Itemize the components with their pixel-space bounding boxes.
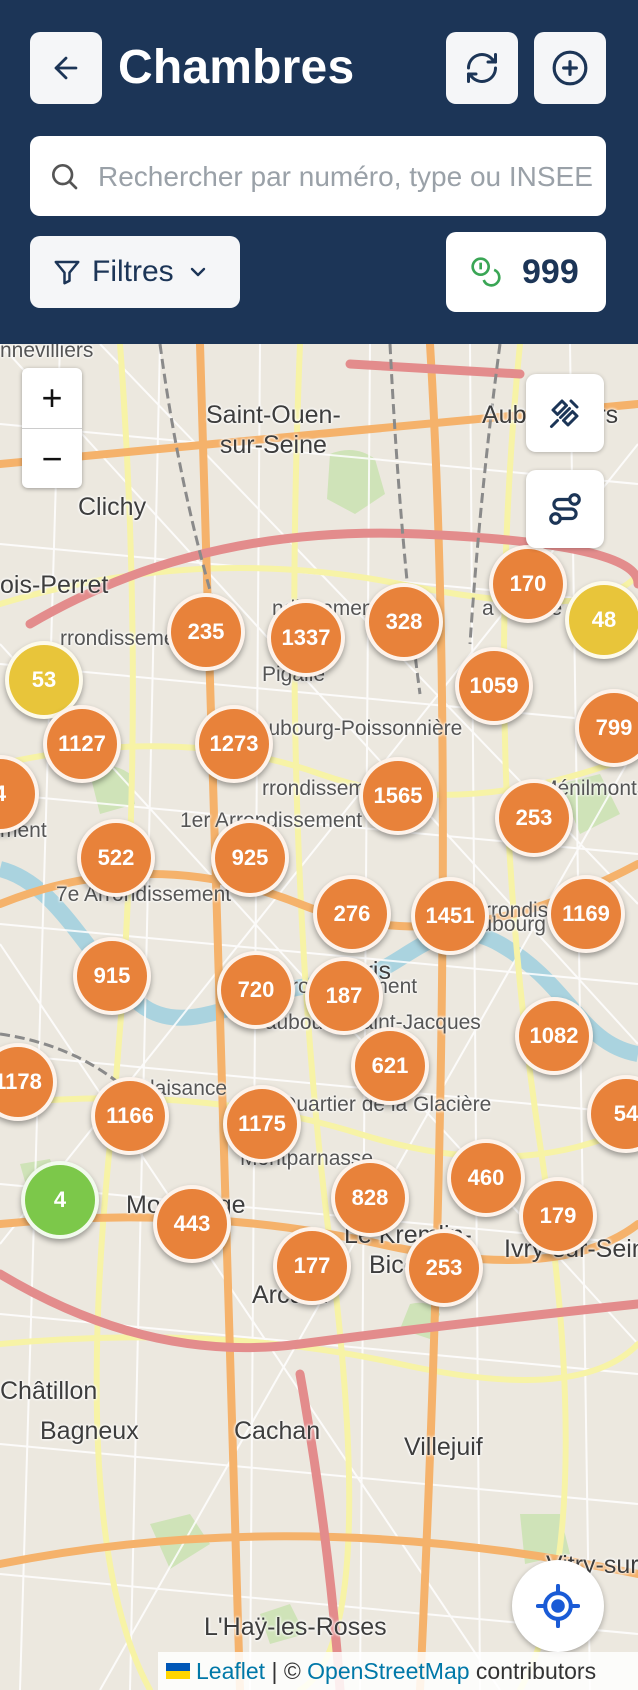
map-cluster-marker[interactable]: 621 bbox=[351, 1027, 429, 1105]
map-cluster-marker[interactable]: 1082 bbox=[515, 997, 593, 1075]
arrow-left-icon bbox=[54, 56, 78, 80]
map-cluster-marker[interactable]: 1337 bbox=[267, 599, 345, 677]
map-place-label: nnevilliers bbox=[0, 344, 94, 362]
attribution-suffix: contributors bbox=[475, 1657, 597, 1684]
satellite-toggle-button[interactable] bbox=[526, 374, 604, 452]
map-place-label: L'Haÿ-les-Roses bbox=[204, 1613, 387, 1641]
search-box bbox=[30, 136, 606, 218]
map-cluster-marker[interactable]: 328 bbox=[365, 583, 443, 661]
page-title: Chambres bbox=[118, 41, 355, 94]
refresh-button[interactable] bbox=[446, 32, 518, 104]
crosshair-icon bbox=[536, 1584, 580, 1628]
ukraine-flag-icon bbox=[166, 1663, 190, 1679]
map-cluster-marker[interactable]: 253 bbox=[405, 1229, 483, 1307]
map-cluster-marker[interactable]: 915 bbox=[73, 937, 151, 1015]
map-place-label: Faubourg-Poissonnière bbox=[244, 717, 463, 740]
map-cluster-marker[interactable]: 828 bbox=[331, 1159, 409, 1237]
map-cluster-marker[interactable]: 1166 bbox=[91, 1077, 169, 1155]
map-place-label: Saint-Ouen-sur-Seine bbox=[206, 401, 341, 459]
add-button[interactable] bbox=[534, 32, 606, 104]
osm-link[interactable]: OpenStreetMap bbox=[307, 1658, 469, 1685]
coins-icon bbox=[471, 257, 501, 287]
back-button[interactable] bbox=[30, 32, 102, 104]
map-cluster-marker[interactable]: 4 bbox=[21, 1161, 99, 1239]
map-cluster-marker[interactable]: 179 bbox=[519, 1177, 597, 1255]
map-attribution: Leaflet | © OpenStreetMap contributors bbox=[158, 1652, 638, 1690]
map-place-label: Villejuif bbox=[404, 1433, 483, 1461]
map-place-label: Cachan bbox=[234, 1417, 321, 1445]
result-count: 999 bbox=[522, 252, 579, 291]
map-cluster-marker[interactable]: 1127 bbox=[43, 705, 121, 783]
search-input[interactable] bbox=[96, 136, 600, 218]
map-cluster-marker[interactable]: 253 bbox=[495, 779, 573, 857]
map-place-label: Clichy bbox=[78, 493, 147, 521]
zoom-in-button[interactable]: + bbox=[22, 368, 82, 428]
map-cluster-marker[interactable]: 177 bbox=[273, 1227, 351, 1305]
map-cluster-marker[interactable]: 443 bbox=[153, 1185, 231, 1263]
map-cluster-marker[interactable]: 170 bbox=[489, 545, 567, 623]
map-cluster-marker[interactable]: 1175 bbox=[223, 1085, 301, 1163]
map-cluster-marker[interactable]: 925 bbox=[211, 819, 289, 897]
filters-button[interactable]: Filtres bbox=[30, 236, 240, 308]
search-icon bbox=[52, 164, 78, 190]
app-header: Chambres Filtres 999 bbox=[0, 0, 638, 344]
satellite-icon bbox=[550, 399, 579, 428]
map-cluster-marker[interactable]: 1565 bbox=[359, 757, 437, 835]
refresh-icon bbox=[467, 53, 497, 83]
attribution-separator: | © bbox=[271, 1657, 301, 1684]
filter-icon bbox=[54, 260, 80, 285]
map-view[interactable]: nnevilliersSaint-Ouen-sur-SeineAubervill… bbox=[0, 344, 638, 1690]
map-place-label: ois-Perret bbox=[0, 571, 109, 599]
zoom-control: + − bbox=[22, 368, 82, 488]
map-cluster-marker[interactable]: 1059 bbox=[455, 647, 533, 725]
map-cluster-marker[interactable]: 187 bbox=[305, 957, 383, 1035]
map-cluster-marker[interactable]: 522 bbox=[77, 819, 155, 897]
map-cluster-marker[interactable]: 460 bbox=[447, 1139, 525, 1217]
map-cluster-marker[interactable]: 1273 bbox=[195, 705, 273, 783]
chevron-down-icon bbox=[190, 267, 205, 277]
routes-button[interactable] bbox=[526, 470, 604, 548]
route-icon bbox=[549, 493, 581, 525]
leaflet-link[interactable]: Leaflet bbox=[196, 1658, 265, 1685]
map-place-label: Châtillon bbox=[0, 1377, 98, 1405]
map-cluster-marker[interactable]: 276 bbox=[313, 875, 391, 953]
map-cluster-marker[interactable]: 48 bbox=[565, 581, 638, 659]
filters-label: Filtres bbox=[92, 255, 174, 288]
locate-me-button[interactable] bbox=[512, 1560, 604, 1652]
map-cluster-marker[interactable]: 720 bbox=[217, 951, 295, 1029]
result-count-badge: 999 bbox=[446, 232, 606, 312]
zoom-out-button[interactable]: − bbox=[22, 428, 82, 489]
map-place-label: Bagneux bbox=[40, 1417, 139, 1445]
map-cluster-marker[interactable]: 1451 bbox=[411, 877, 489, 955]
map-cluster-marker[interactable]: 1169 bbox=[547, 875, 625, 953]
map-cluster-marker[interactable]: 235 bbox=[167, 593, 245, 671]
plus-circle-icon bbox=[552, 50, 588, 86]
